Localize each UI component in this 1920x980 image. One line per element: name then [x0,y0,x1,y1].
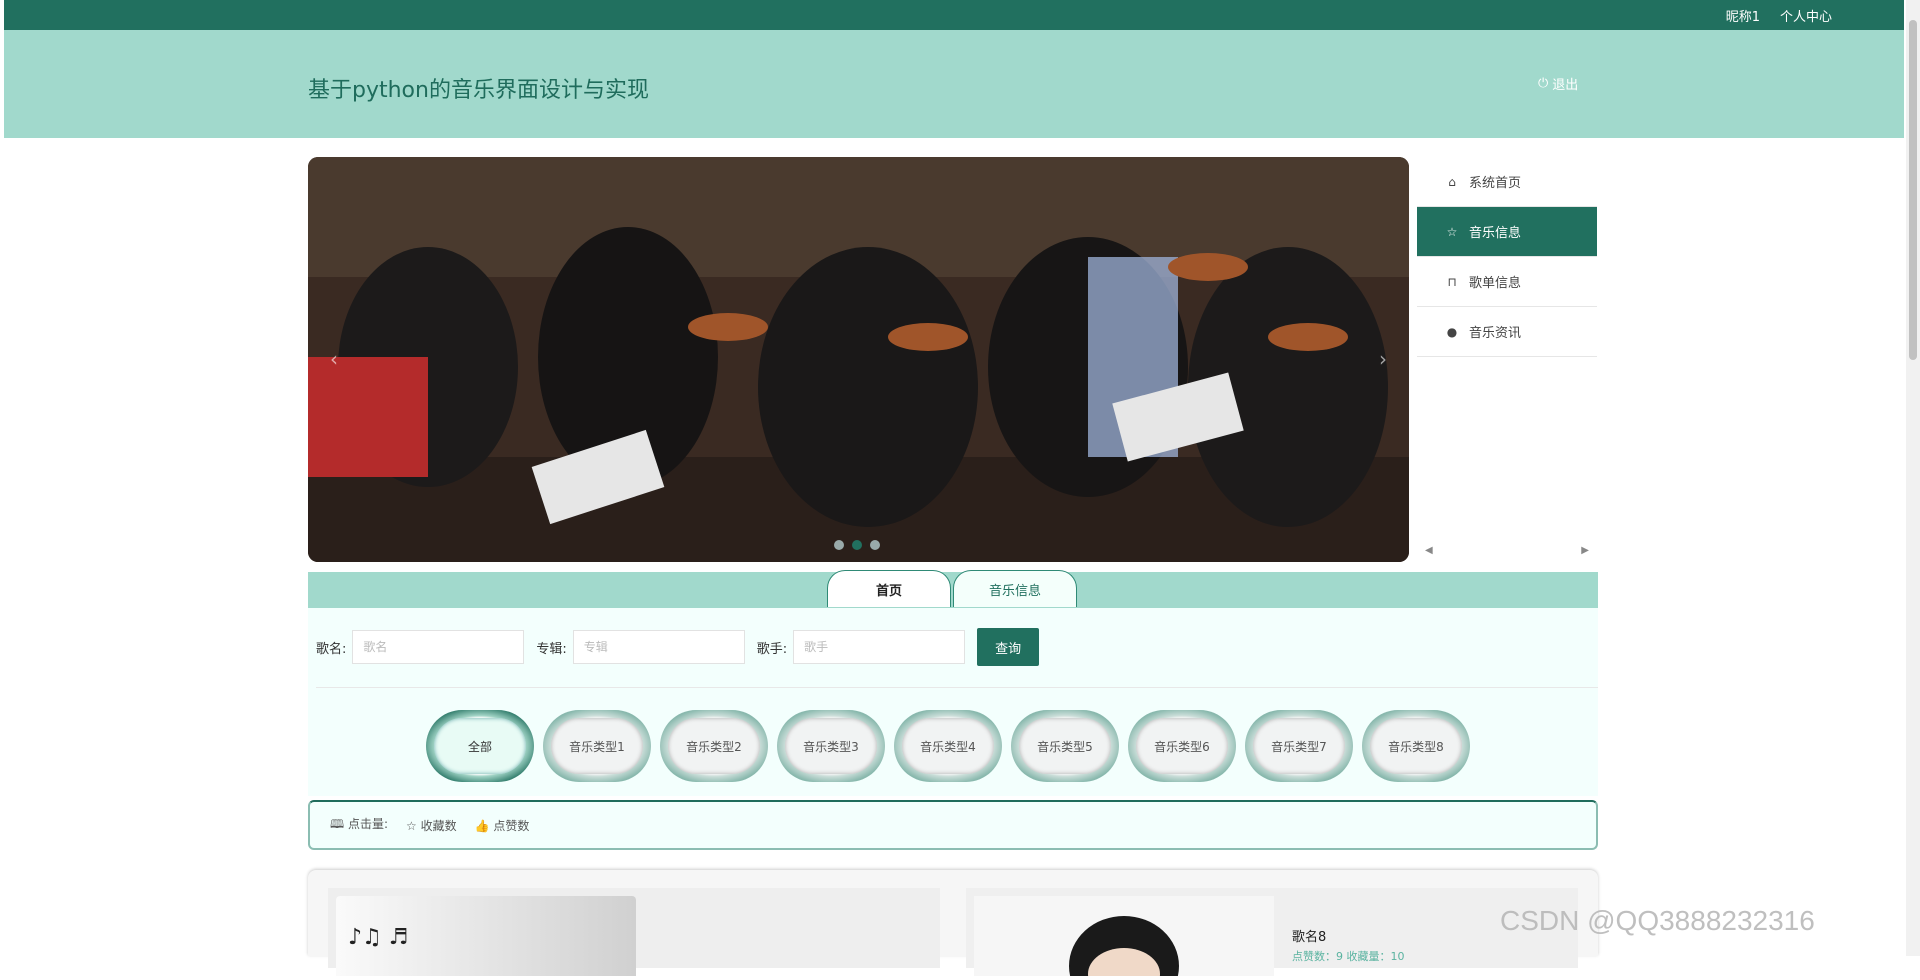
sort-clicks-label: 点击量: [347,816,389,831]
star-icon: ☆ [1446,224,1458,239]
category-item[interactable]: 音乐类型2 [660,710,768,782]
bag-icon: ⊓ [1447,274,1457,289]
music-list: ♪♫ ♬ 歌名8 点赞数：9 收藏量：10 [308,870,1598,980]
query-button[interactable]: 查询 [977,628,1040,666]
home-icon: ⌂ [1448,174,1456,189]
logout-label: 退出 [1552,78,1579,93]
sort-bar: 🕮 点击量: ☆ 收藏数 👍 点赞数 [308,800,1598,850]
category-item[interactable]: 音乐类型6 [1128,710,1236,782]
sort-likes-label: 点赞数 [493,818,530,833]
singer-label: 歌手: [756,641,788,657]
music-cover: ♪♫ ♬ [336,896,636,976]
logout-button[interactable]: ⏻ 退出 [1538,74,1578,93]
site-title: 基于python的音乐界面设计与实现 [308,78,649,103]
menu-item-label: 音乐信息 [1469,226,1522,241]
menu-item-label: 歌单信息 [1469,276,1522,291]
category-label: 音乐类型1 [551,718,643,774]
category-label: 全部 [434,718,526,774]
album-label: 专辑: [536,641,567,657]
sort-likes[interactable]: 👍 点赞数 [475,817,530,834]
nickname-link[interactable]: 昵称1 [1726,6,1760,25]
category-filter: 全部 音乐类型1 音乐类型2 音乐类型3 音乐类型4 音乐类型5 音乐类型6 音… [308,688,1598,796]
sort-favorites-label: 收藏数 [420,818,457,833]
prev-slide-icon[interactable]: ‹ [330,347,338,371]
category-label: 音乐类型7 [1253,718,1345,774]
category-label: 音乐类型4 [902,718,994,774]
category-label: 音乐类型6 [1136,718,1228,774]
singer-input[interactable] [793,630,966,664]
menu-item-label: 系统首页 [1469,176,1522,191]
scrollbar-thumb[interactable] [1909,20,1917,360]
category-item[interactable]: 音乐类型8 [1362,710,1470,782]
category-item[interactable]: 音乐类型3 [777,710,885,782]
singer-photo [1069,916,1179,980]
music-notes-icon: ♪♫ ♬ [348,925,408,950]
category-item[interactable]: 音乐类型5 [1011,710,1119,782]
side-menu: ⌂ 系统首页 ☆ 音乐信息 ⊓ 歌单信息 ● 音乐资讯 ◀ ▶ [1417,157,1597,562]
tab-music-info[interactable]: 音乐信息 [953,570,1077,607]
menu-item-news[interactable]: ● 音乐资讯 [1417,307,1597,357]
svg-text:♪♫ ♬: ♪♫ ♬ [348,925,408,950]
power-icon: ⏻ [1538,76,1549,91]
tab-strip: 首页 音乐信息 [308,570,1598,608]
album-input[interactable] [572,630,745,664]
menu-item-label: 音乐资讯 [1469,326,1522,341]
category-label: 音乐类型8 [1370,718,1462,774]
banner-carousel[interactable]: ‹ › [308,157,1409,562]
category-label: 音乐类型2 [668,718,760,774]
book-icon: 🕮 [330,816,345,831]
song-label: 歌名: [316,641,347,657]
watermark: CSDN @QQ3888232316 [1500,905,1815,936]
scroll-left-icon[interactable]: ◀ [1425,545,1433,556]
category-item[interactable]: 音乐类型7 [1245,710,1353,782]
category-item[interactable]: 音乐类型1 [543,710,651,782]
top-bar: 昵称1 个人中心 [4,0,1904,30]
carousel-dots [834,540,880,550]
search-panel: 歌名: 专辑: 歌手: 查询 [308,608,1598,688]
category-item[interactable]: 音乐类型4 [894,710,1002,782]
menu-item-playlist[interactable]: ⊓ 歌单信息 [1417,257,1597,307]
song-name: 歌名8 [1292,930,1327,945]
tab-home[interactable]: 首页 [827,570,951,607]
star-icon: ☆ [406,818,417,833]
thumb-up-icon: 👍 [474,818,490,833]
page-scrollbar[interactable] [1906,0,1920,956]
menu-item-music[interactable]: ☆ 音乐信息 [1417,207,1597,257]
music-card[interactable]: ♪♫ ♬ [328,888,940,976]
scroll-right-icon[interactable]: ▶ [1581,545,1589,556]
sort-clicks[interactable]: 🕮 点击量: [330,815,388,836]
carousel-dot[interactable] [834,540,844,550]
song-stats: 点赞数：9 收藏量：10 [1292,950,1405,963]
category-label: 音乐类型5 [1019,718,1111,774]
carousel-dot[interactable] [870,540,880,550]
song-input[interactable] [352,630,525,664]
info-icon: ● [1446,324,1458,339]
menu-scrollbar[interactable]: ◀ ▶ [1425,545,1589,556]
music-card[interactable]: 歌名8 点赞数：9 收藏量：10 [966,888,1578,980]
category-label: 音乐类型3 [785,718,877,774]
profile-link[interactable]: 个人中心 [1780,6,1832,25]
music-cover [974,896,1274,980]
orchestra-photo [308,157,1409,562]
sort-favorites[interactable]: ☆ 收藏数 [406,817,457,834]
carousel-dot[interactable] [852,540,862,550]
site-header: 基于python的音乐界面设计与实现 ⏻ 退出 [4,30,1904,138]
next-slide-icon[interactable]: › [1379,347,1387,371]
menu-item-home[interactable]: ⌂ 系统首页 [1417,157,1597,207]
category-all[interactable]: 全部 [426,710,534,782]
